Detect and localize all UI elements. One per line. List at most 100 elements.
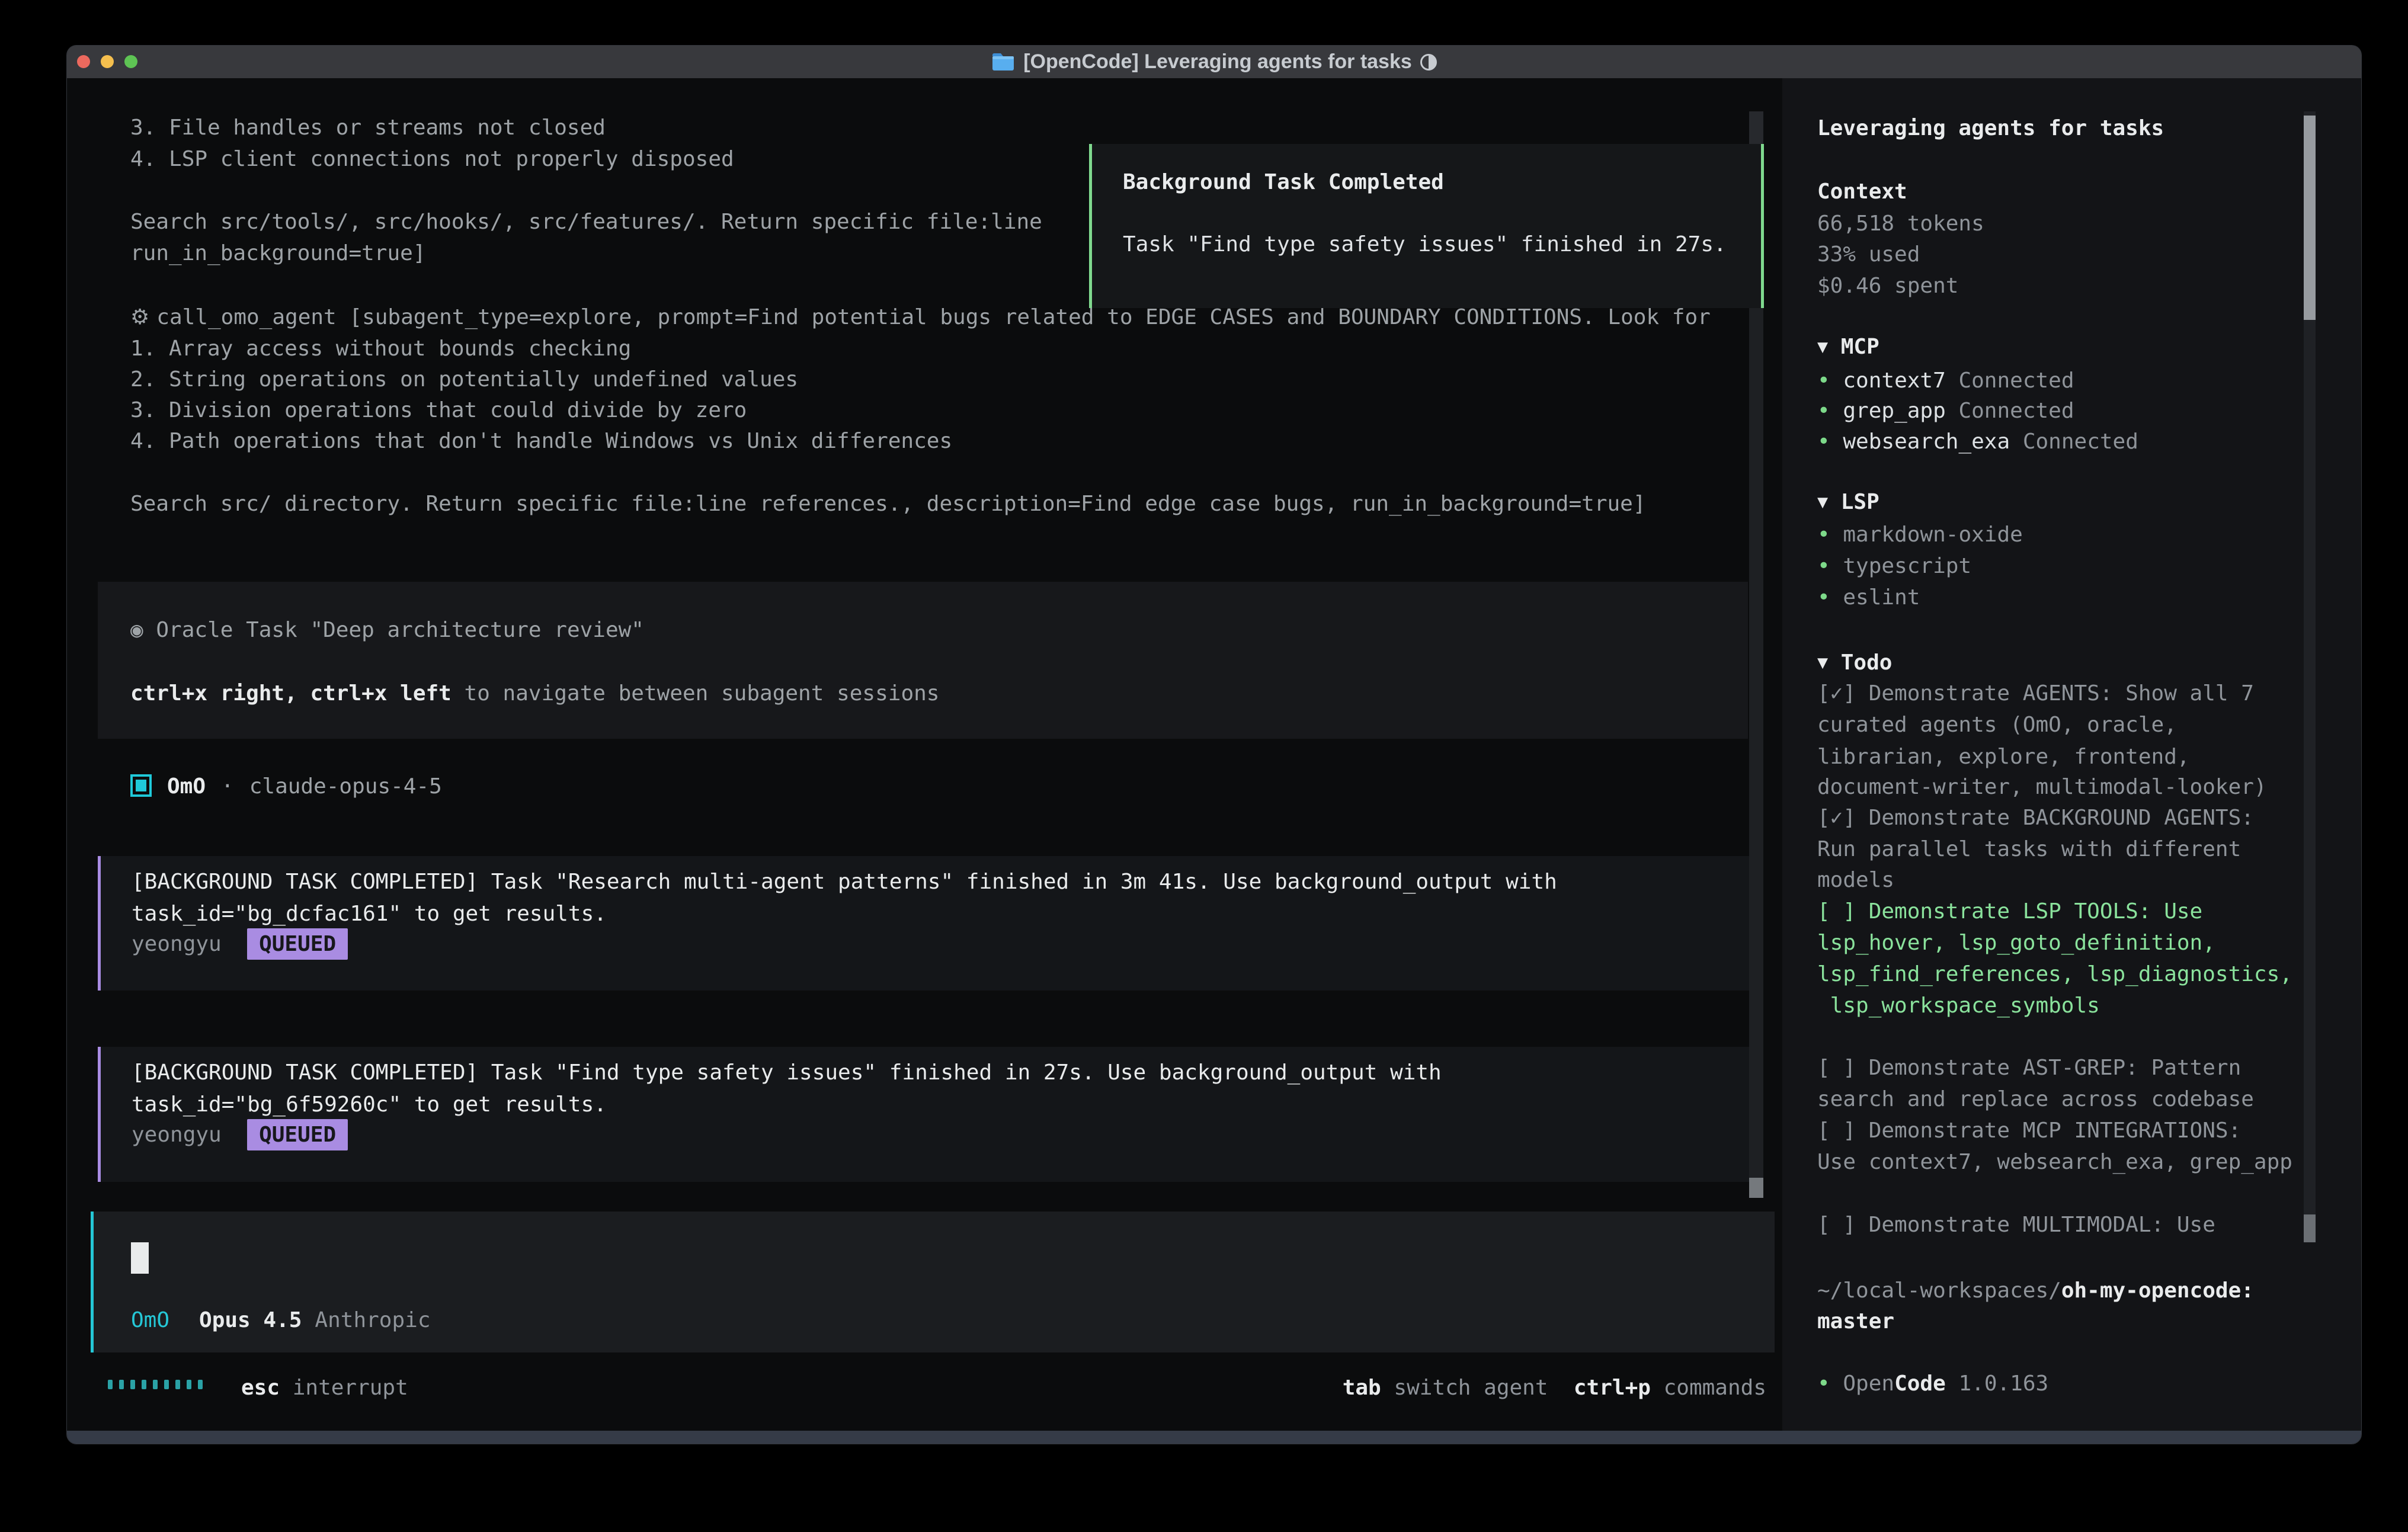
todo-line: [ ] Demonstrate AST-GREP: Pattern (1817, 1052, 2241, 1084)
toast-body: Task "Find type safety issues" finished … (1123, 229, 1727, 260)
status-badge: QUEUED (247, 928, 348, 960)
app-name-bold: Code (1894, 1371, 1946, 1396)
workspace-prefix: ~/local-workspaces/ (1817, 1278, 2061, 1303)
task-meta-row: yeongyu QUEUED (132, 928, 348, 960)
todo-line-active: [ ] Demonstrate LSP TOOLS: Use (1817, 896, 2202, 927)
statusbar-left: esc interrupt (241, 1372, 408, 1403)
separator-dot: · (221, 774, 234, 799)
todo-heading: Todo (1841, 650, 1893, 675)
task-message-line: task_id="bg_dcfac161" to get results. (132, 898, 607, 930)
todo-line-active: lsp_hover, lsp_goto_definition, (1817, 927, 2215, 959)
app-version: 1.0.163 (1958, 1371, 2048, 1396)
main-scrollbar-segment[interactable] (1749, 111, 1763, 144)
mcp-name: grep_app (1843, 399, 1945, 423)
todo-line: curated agents (OmO, oracle, (1817, 709, 2177, 741)
lsp-item: • markdown-oxide (1817, 519, 2023, 550)
todo-line: [✓] Demonstrate BACKGROUND AGENTS: (1817, 802, 2254, 834)
oracle-task-title: ◉ Oracle Task "Deep architecture review" (130, 614, 644, 646)
todo-line: librarian, explore, frontend, (1817, 741, 2190, 773)
mcp-status: Connected (1958, 399, 2074, 423)
chevron-down-icon: ▼ (1817, 492, 1828, 512)
input-agent-name[interactable]: OmO (131, 1308, 169, 1332)
output-line: 2. String operations on potentially unde… (130, 364, 798, 395)
context-spent: $0.46 spent (1817, 270, 1958, 302)
input-model-name[interactable]: Opus 4.5 (199, 1308, 302, 1332)
task-message-line: task_id="bg_6f59260c" to get results. (132, 1089, 607, 1120)
chevron-down-icon: ▼ (1817, 652, 1828, 673)
toast-notification: Background Task Completed Task "Find typ… (1089, 144, 1764, 308)
lsp-heading: LSP (1841, 490, 1879, 514)
folder-icon (991, 53, 1015, 72)
output-line: 1. Array access without bounds checking (130, 333, 631, 364)
task-user: yeongyu (132, 1123, 222, 1147)
text-cursor (131, 1242, 149, 1274)
titlebar: [OpenCode] Leveraging agents for tasks (67, 46, 2361, 79)
status-dot-icon: • (1817, 368, 1830, 393)
mcp-item: • websearch_exa Connected (1817, 426, 2138, 457)
task-user: yeongyu (132, 932, 222, 956)
mcp-name: websearch_exa (1843, 430, 2010, 454)
gear-icon: ⚙ (130, 305, 149, 329)
mcp-status: Connected (2023, 430, 2138, 454)
session-title: Leveraging agents for tasks (1817, 113, 2164, 144)
output-line: Search src/ directory. Return specific f… (130, 488, 1646, 520)
workspace-path: ~/local-workspaces/oh-my-opencode: (1817, 1275, 2254, 1306)
input-model-row: OmO Opus 4.5 Anthropic (131, 1305, 431, 1336)
ctrlp-key-label: commands (1664, 1376, 1766, 1400)
lsp-item: • eslint (1817, 582, 1920, 613)
section-todo[interactable]: ▼ Todo (1817, 647, 1892, 678)
esc-key-hint: esc (241, 1376, 280, 1400)
workspace-repo: oh-my-opencode: (2061, 1278, 2254, 1303)
hint-key-left: ctrl+x left (310, 681, 464, 706)
mcp-item: • grep_app Connected (1817, 395, 2074, 427)
mcp-item: • context7 Connected (1817, 365, 2074, 396)
section-lsp[interactable]: ▼ LSP (1817, 486, 1879, 518)
opencode-window: [OpenCode] Leveraging agents for tasks 3… (67, 46, 2361, 1444)
mcp-heading: MCP (1841, 335, 1879, 359)
todo-line-active: lsp_find_references, lsp_diagnostics, (1817, 959, 2292, 990)
hint-key-right: ctrl+x right, (130, 681, 310, 706)
context-tokens: 66,518 tokens (1817, 208, 1984, 239)
todo-line: document-writer, multimodal-looker) (1817, 771, 2267, 803)
agent-checkbox-icon (130, 774, 152, 797)
output-line: 3. File handles or streams not closed (130, 112, 606, 143)
app-name-light: Open (1843, 1371, 1894, 1396)
toast-title: Background Task Completed (1123, 166, 1444, 198)
main-scrollbar-thumb[interactable] (1749, 1178, 1763, 1198)
tool-call-text: call_omo_agent [subagent_type=explore, p… (156, 305, 1711, 329)
sidebar-scrollbar-thumb[interactable] (2304, 116, 2316, 320)
todo-line: Run parallel tasks with different (1817, 834, 2241, 865)
input-provider-name: Anthropic (315, 1308, 430, 1332)
output-line: Search src/tools/, src/hooks/, src/featu… (130, 206, 1042, 238)
oracle-task-box (98, 582, 1748, 739)
chevron-down-icon: ▼ (1817, 336, 1828, 357)
agent-model: claude-opus-4-5 (249, 774, 442, 799)
window-title: [OpenCode] Leveraging agents for tasks (1023, 50, 1412, 73)
context-heading: Context (1817, 176, 1907, 207)
todo-line-active: lsp_workspace_symbols (1817, 990, 2100, 1021)
section-mcp[interactable]: ▼ MCP (1817, 331, 1879, 363)
lsp-name: markdown-oxide (1843, 523, 2022, 547)
todo-line: [ ] Demonstrate MCP INTEGRATIONS: (1817, 1115, 2241, 1146)
oracle-task-text: Oracle Task "Deep architecture review" (156, 618, 644, 642)
mcp-status: Connected (1958, 368, 2074, 393)
output-line: 4. LSP client connections not properly d… (130, 143, 734, 175)
lsp-name: typescript (1843, 554, 1971, 578)
status-dot-icon: • (1817, 585, 1830, 610)
window-title-group: [OpenCode] Leveraging agents for tasks (67, 46, 2361, 78)
output-line: 3. Division operations that could divide… (130, 395, 747, 426)
agent-session-row[interactable]: OmO · claude-opus-4-5 (130, 771, 442, 802)
sidebar-scrollbar-segment[interactable] (2304, 1214, 2316, 1242)
tab-key-hint: tab (1343, 1376, 1381, 1400)
output-line: run_in_background=true] (130, 238, 426, 269)
todo-line: models (1817, 864, 1894, 896)
agent-name: OmO (167, 774, 206, 799)
todo-line: search and replace across codebase (1817, 1084, 2254, 1115)
tab-key-label: switch agent (1394, 1376, 1548, 1400)
status-badge: QUEUED (247, 1119, 348, 1150)
statusbar-right: tab switch agent ctrl+p commands (1343, 1372, 1766, 1403)
task-message-line: [BACKGROUND TASK COMPLETED] Task "Find t… (132, 1057, 1442, 1088)
task-meta-row: yeongyu QUEUED (132, 1119, 348, 1150)
workspace-branch: master (1817, 1306, 1894, 1337)
hint-text: to navigate between subagent sessions (465, 681, 940, 706)
